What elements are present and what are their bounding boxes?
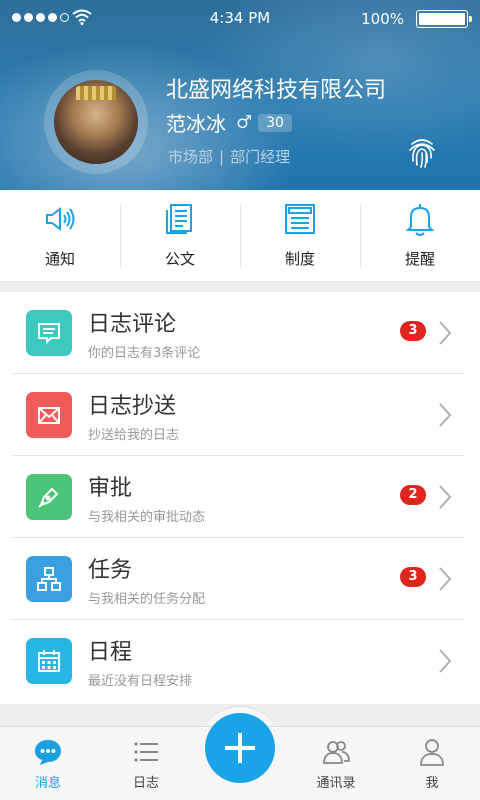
job-position: 部门经理 (230, 148, 291, 166)
chevron-right-icon (439, 485, 452, 509)
plus-icon (225, 733, 255, 763)
quick-action-label: 通知 (44, 250, 75, 268)
tab-label: 我 (425, 776, 439, 791)
pen-icon (26, 474, 72, 520)
fingerprint-icon[interactable] (404, 134, 440, 170)
message-list: 日志评论 你的日志有3条评论 3 日志抄送 抄送给我的日志 审批 与我相关的审批… (0, 292, 480, 704)
person-icon (420, 739, 444, 766)
tab-label: 消息 (34, 776, 61, 791)
status-bar: 4:34 PM 100% (0, 0, 480, 36)
avatar-ring[interactable] (44, 70, 148, 174)
chevron-right-icon (439, 649, 452, 673)
mail-icon (26, 392, 72, 438)
tab-messages[interactable]: 消息 (0, 727, 96, 800)
tab-logs[interactable]: 日志 (98, 727, 194, 800)
document-icon (166, 204, 192, 234)
status-time: 4:34 PM (209, 9, 271, 27)
quick-action-regulation[interactable]: 制度 (240, 190, 360, 281)
list-item-subtitle: 你的日志有3条评论 (88, 346, 201, 361)
regulation-icon (285, 204, 315, 234)
add-button[interactable] (205, 713, 275, 783)
profile-header: 4:34 PM 100% 北盛网络科技有限公司 范冰冰 ♂ 30 市场部 | 部门经… (0, 0, 480, 190)
unread-badge: 3 (400, 567, 426, 587)
quick-action-label: 制度 (284, 250, 315, 268)
quick-action-label: 公文 (164, 250, 195, 268)
quick-action-label: 提醒 (404, 250, 435, 268)
list-item-subtitle: 最近没有日程安排 (88, 674, 193, 689)
quick-action-notice[interactable]: 通知 (0, 190, 120, 281)
list-item-title: 日程 (88, 640, 133, 665)
department-row: 市场部 | 部门经理 (168, 146, 290, 167)
avatar-crown (76, 86, 116, 100)
quick-actions-bar: 通知 公文 制度 提醒 (0, 190, 480, 282)
unread-badge: 3 (400, 321, 426, 341)
chevron-right-icon (439, 403, 452, 427)
list-item-title: 日志抄送 (88, 394, 177, 419)
battery-icon (416, 10, 472, 28)
list-item-subtitle: 与我相关的审批动态 (88, 510, 206, 525)
contacts-icon (323, 741, 350, 764)
user-info-row: 范冰冰 ♂ 30 (166, 108, 292, 137)
chat-bubble-icon (35, 740, 61, 765)
list-item-schedule[interactable]: 日程 最近没有日程安排 (12, 620, 464, 702)
hierarchy-icon (26, 556, 72, 602)
tab-label: 通讯录 (316, 776, 356, 791)
list-item-title: 任务 (88, 558, 133, 583)
calendar-icon (26, 638, 72, 684)
list-item-tasks[interactable]: 任务 与我相关的任务分配 3 (12, 538, 464, 620)
user-name: 范冰冰 (166, 112, 226, 136)
tab-me[interactable]: 我 (384, 727, 480, 800)
unread-badge: 2 (400, 485, 426, 505)
list-item-title: 日志评论 (88, 312, 177, 337)
department-separator: | (219, 148, 225, 166)
comment-icon (26, 310, 72, 356)
department: 市场部 (168, 148, 214, 166)
list-item-approval[interactable]: 审批 与我相关的审批动态 2 (12, 456, 464, 538)
list-item-log-cc[interactable]: 日志抄送 抄送给我的日志 (12, 374, 464, 456)
list-item-subtitle: 抄送给我的日志 (88, 428, 180, 443)
quick-action-reminder[interactable]: 提醒 (360, 190, 480, 281)
tab-label: 日志 (132, 776, 159, 791)
list-item-log-comments[interactable]: 日志评论 你的日志有3条评论 3 (12, 292, 464, 374)
age-badge: 30 (258, 113, 292, 132)
list-icon (134, 742, 158, 762)
list-item-title: 审批 (88, 476, 133, 501)
quick-action-document[interactable]: 公文 (120, 190, 240, 281)
bell-icon (405, 204, 435, 236)
list-item-subtitle: 与我相关的任务分配 (88, 592, 206, 607)
male-icon: ♂ (236, 112, 253, 133)
battery-percent: 100% (361, 10, 404, 28)
speaker-icon (46, 207, 75, 231)
company-name: 北盛网络科技有限公司 (166, 78, 387, 103)
chevron-right-icon (439, 567, 452, 591)
tab-contacts[interactable]: 通讯录 (288, 727, 384, 800)
chevron-right-icon (439, 321, 452, 345)
avatar[interactable] (54, 80, 138, 164)
